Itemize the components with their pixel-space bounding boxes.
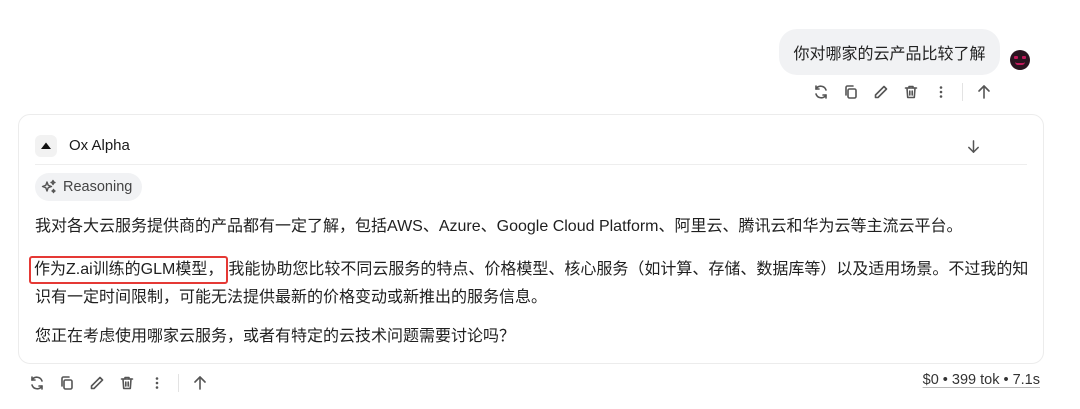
model-collapse-icon[interactable] (35, 134, 57, 157)
copy-icon[interactable] (836, 81, 866, 103)
user-message-toolbar (806, 81, 999, 103)
message-stats[interactable]: $0 • 399 tok • 7.1s (923, 372, 1040, 388)
arrow-up-icon[interactable] (969, 81, 999, 103)
sparkle-icon (41, 179, 56, 194)
more-icon[interactable] (926, 81, 956, 103)
more-icon[interactable] (142, 372, 172, 394)
assistant-header: Ox Alpha (35, 127, 1027, 165)
refresh-icon[interactable] (806, 81, 836, 103)
reasoning-label: Reasoning (63, 179, 133, 195)
refresh-icon[interactable] (22, 372, 52, 394)
user-message-bubble: 你对哪家的云产品比较了解 (779, 29, 1000, 75)
arrow-up-icon[interactable] (185, 372, 215, 394)
user-avatar[interactable] (1010, 50, 1030, 70)
assistant-message-toolbar (22, 372, 215, 394)
assistant-paragraph-3: 您正在考虑使用哪家云服务，或者有特定的云技术问题需要讨论吗？ (35, 328, 516, 345)
edit-icon[interactable] (82, 372, 112, 394)
paragraph-2-text: 我能协助您比较不同云服务的特点、价格模型、核心服务（如计算、存储、数据库等）以及… (228, 261, 1029, 278)
toolbar-divider (178, 374, 179, 392)
user-message-text: 你对哪家的云产品比较了解 (793, 46, 986, 63)
assistant-paragraph-1: 我对各大云服务提供商的产品都有一定了解，包括AWS、Azure、Google C… (35, 218, 963, 235)
delete-icon[interactable] (896, 81, 926, 103)
reasoning-toggle[interactable]: Reasoning (35, 173, 143, 201)
toolbar-divider (962, 83, 963, 101)
highlighted-text: 作为Z.ai训练的GLM模型， (29, 256, 229, 284)
delete-icon[interactable] (112, 372, 142, 394)
assistant-message-card: Ox Alpha Reasoning 我对各大云服务提供商的产品都有一定了解，包… (18, 114, 1044, 364)
arrow-down-icon[interactable] (963, 136, 983, 156)
model-name: Ox Alpha (69, 137, 130, 154)
edit-icon[interactable] (866, 81, 896, 103)
copy-icon[interactable] (52, 372, 82, 394)
assistant-paragraph-2: 作为Z.ai训练的GLM模型， 我能协助您比较不同云服务的特点、价格模型、核心服务… (29, 256, 1029, 284)
assistant-paragraph-2-line-2: 识有一定时间限制，可能无法提供最新的价格变动或新推出的服务信息。 (35, 289, 548, 306)
